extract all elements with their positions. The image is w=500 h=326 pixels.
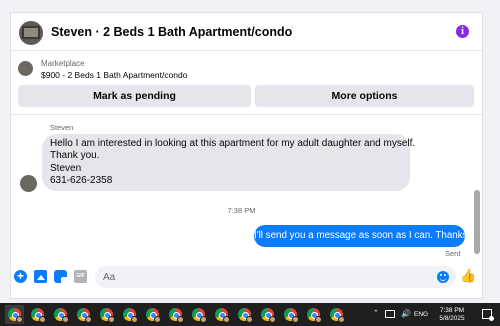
profile-badge bbox=[338, 316, 345, 323]
message-line: 631-626-2358 bbox=[50, 174, 113, 186]
listing-title: $900 - 2 Beds 1 Bath Apartment/condo bbox=[41, 70, 188, 80]
profile-badge bbox=[154, 316, 161, 323]
scrollbar-thumb[interactable] bbox=[474, 190, 480, 254]
profile-badge bbox=[16, 316, 23, 323]
gif-icon[interactable]: GIF bbox=[74, 270, 87, 283]
emoji-icon[interactable] bbox=[437, 271, 449, 283]
profile-badge bbox=[177, 316, 184, 323]
incoming-message[interactable]: Hello I am interested in looking at this… bbox=[42, 134, 416, 191]
taskbar-app-chrome[interactable] bbox=[327, 305, 346, 324]
message-status: Sent bbox=[445, 249, 461, 258]
clock-time: 7:38 PM bbox=[439, 307, 465, 314]
avatar[interactable] bbox=[19, 21, 43, 45]
taskbar-app-chrome[interactable] bbox=[166, 305, 185, 324]
language-indicator[interactable]: ENG bbox=[414, 311, 428, 326]
chevron-up-icon[interactable]: ⌃ bbox=[373, 309, 381, 326]
mark-as-pending-button[interactable]: Mark as pending bbox=[18, 85, 251, 107]
chat-header: Steven · 2 Beds 1 Bath Apartment/condo i bbox=[11, 13, 482, 51]
chat-window: Steven · 2 Beds 1 Bath Apartment/condo i… bbox=[10, 12, 483, 299]
sticker-icon[interactable] bbox=[54, 270, 67, 283]
message-input[interactable] bbox=[95, 266, 456, 288]
profile-badge bbox=[39, 316, 46, 323]
info-icon[interactable]: i bbox=[456, 25, 469, 38]
taskbar-app-chrome[interactable] bbox=[5, 305, 24, 324]
more-options-button[interactable]: More options bbox=[255, 85, 474, 107]
taskbar-app-chrome[interactable] bbox=[51, 305, 70, 324]
profile-badge bbox=[200, 316, 207, 323]
taskbar-app-chrome[interactable] bbox=[143, 305, 162, 324]
taskbar-app-chrome[interactable] bbox=[120, 305, 139, 324]
marketplace-label: Marketplace bbox=[41, 59, 85, 68]
taskbar-app-chrome[interactable] bbox=[74, 305, 93, 324]
taskbar-app-chrome[interactable] bbox=[189, 305, 208, 324]
taskbar-apps bbox=[5, 305, 350, 324]
clock-date: 5/8/2025 bbox=[439, 315, 465, 322]
profile-badge bbox=[246, 316, 253, 323]
network-icon[interactable] bbox=[385, 310, 395, 318]
message-line: Steven bbox=[50, 162, 82, 174]
taskbar-app-chrome[interactable] bbox=[281, 305, 300, 324]
listing-thumbnail bbox=[18, 61, 33, 76]
plus-icon[interactable]: + bbox=[14, 270, 27, 283]
marketplace-listing[interactable]: Marketplace $900 - 2 Beds 1 Bath Apartme… bbox=[11, 51, 482, 83]
like-icon[interactable]: 👍 bbox=[460, 269, 476, 283]
sender-name: Steven bbox=[50, 123, 74, 132]
profile-badge bbox=[223, 316, 230, 323]
profile-badge bbox=[62, 316, 69, 323]
divider bbox=[11, 114, 482, 115]
profile-badge bbox=[131, 316, 138, 323]
message-line: Hello I am interested in looking at this… bbox=[50, 138, 416, 149]
composer: + GIF 👍 bbox=[11, 264, 482, 298]
sender-avatar[interactable] bbox=[20, 175, 37, 192]
profile-badge bbox=[85, 316, 92, 323]
profile-badge bbox=[292, 316, 299, 323]
chat-title[interactable]: Steven · 2 Beds 1 Bath Apartment/condo bbox=[51, 25, 292, 39]
volume-icon[interactable]: 🔊 bbox=[401, 309, 411, 326]
taskbar-app-chrome[interactable] bbox=[258, 305, 277, 324]
outgoing-message[interactable]: I'll send you a message as soon as I can… bbox=[254, 225, 468, 247]
taskbar-app-chrome[interactable] bbox=[304, 305, 323, 324]
photo-icon[interactable] bbox=[34, 270, 47, 283]
scrollbar[interactable] bbox=[472, 116, 482, 267]
taskbar-app-chrome[interactable] bbox=[97, 305, 116, 324]
taskbar-app-chrome[interactable] bbox=[28, 305, 47, 324]
message-line: Thank you. bbox=[50, 150, 100, 162]
profile-badge bbox=[315, 316, 322, 323]
message-timestamp: 7:38 PM bbox=[227, 206, 256, 215]
notification-icon[interactable] bbox=[482, 309, 494, 321]
clock[interactable]: 7:38 PM 5/8/2025 bbox=[432, 307, 472, 326]
profile-badge bbox=[269, 316, 276, 323]
taskbar: ⌃ 🔊 ENG 7:38 PM 5/8/2025 bbox=[0, 303, 500, 326]
taskbar-app-chrome[interactable] bbox=[212, 305, 231, 324]
taskbar-app-chrome[interactable] bbox=[235, 305, 254, 324]
profile-badge bbox=[108, 316, 115, 323]
